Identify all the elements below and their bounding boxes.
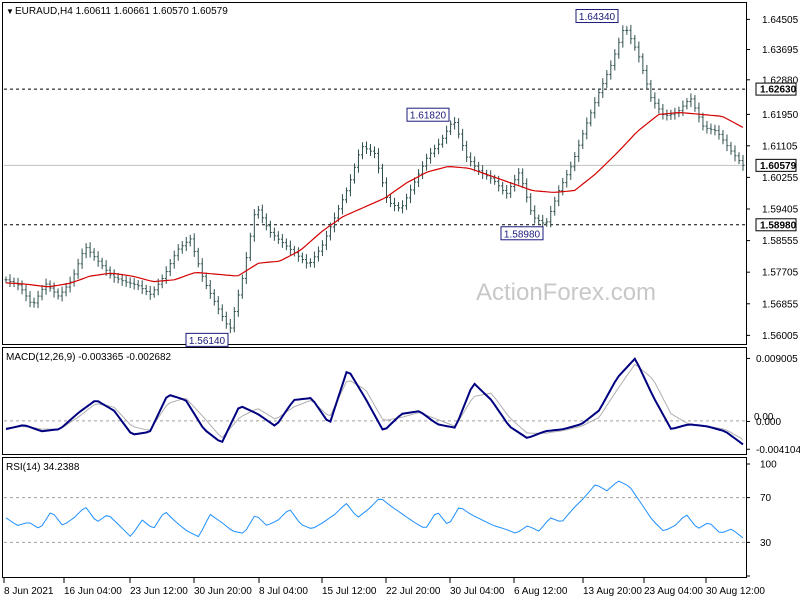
x-tick-label: 22 Jul 20:00 <box>386 586 441 597</box>
x-tick-label: 30 Jul 04:00 <box>450 586 505 597</box>
rsi-line <box>5 480 744 539</box>
macd-y-tick-label: -0.004104 <box>756 445 800 456</box>
price-y-tick-label: 1.60255 <box>762 173 799 184</box>
x-tick-label: 8 Jun 2021 <box>4 586 54 597</box>
x-tick-label: 8 Jul 04:00 <box>259 586 308 597</box>
price-annotation-label: 1.64340 <box>579 12 616 23</box>
macd-y-tick-label: 0.000 <box>756 417 781 428</box>
rsi-title: RSI(14) 34.2388 <box>6 462 80 473</box>
rsi-y-tick-label: 30 <box>760 538 772 549</box>
x-tick-label: 15 Jul 12:00 <box>322 586 377 597</box>
price-level-tag-label: 1.60579 <box>760 161 797 172</box>
price-y-tick-label: 1.59405 <box>762 204 799 215</box>
price-annotation-label: 1.61820 <box>410 111 447 122</box>
price-y-tick-label: 1.63695 <box>762 45 799 56</box>
x-tick-label: 16 Jun 04:00 <box>64 586 122 597</box>
price-level-tag-label: 1.58980 <box>760 220 797 231</box>
price-y-tick-label: 1.64505 <box>762 15 799 26</box>
price-annotation-label: 1.56140 <box>189 336 226 347</box>
x-tick-label: 23 Jun 12:00 <box>130 586 188 597</box>
price-y-tick-label: 1.61950 <box>762 110 799 121</box>
forex-chart: 1.64340 1.61820 1.58980 1.56140 1.64505 1.63… <box>2 2 800 597</box>
macd-title: MACD(12,26,9) -0.003365 -0.002682 <box>6 352 172 363</box>
macd-line <box>5 357 744 446</box>
price-y-tick-label: 1.61105 <box>762 141 798 152</box>
price-level-tag-label: 1.62630 <box>760 85 797 96</box>
price-y-tick-label: 1.56005 <box>762 331 799 342</box>
watermark: ActionForex.com <box>476 279 656 306</box>
moving-average-line <box>5 111 744 288</box>
x-tick-label: 23 Aug 04:00 <box>644 586 703 597</box>
x-tick-label: 13 Aug 20:00 <box>583 586 642 597</box>
price-title-arrow: ▼ <box>6 7 14 16</box>
rsi-y-tick-label: 100 <box>760 460 777 471</box>
price-chart-title: EURAUD,H4 1.60611 1.60661 1.60570 1.6057… <box>15 6 228 17</box>
macd-panel-frame <box>2 347 747 455</box>
x-tick-label: 30 Aug 12:00 <box>706 586 765 597</box>
rsi-panel-frame <box>2 457 747 578</box>
x-tick-label: 30 Jun 20:00 <box>194 586 252 597</box>
macd-signal-line <box>5 363 744 440</box>
price-annotation-label: 1.58980 <box>504 229 541 240</box>
price-y-tick-label: 1.57705 <box>762 268 799 279</box>
macd-y-tick-label: 0.009005 <box>756 354 798 365</box>
rsi-y-tick-label: 70 <box>760 493 772 504</box>
x-tick-label: 6 Aug 12:00 <box>514 586 568 597</box>
price-y-tick-label: 1.58555 <box>762 236 799 247</box>
price-y-tick-label: 1.56855 <box>762 299 799 310</box>
